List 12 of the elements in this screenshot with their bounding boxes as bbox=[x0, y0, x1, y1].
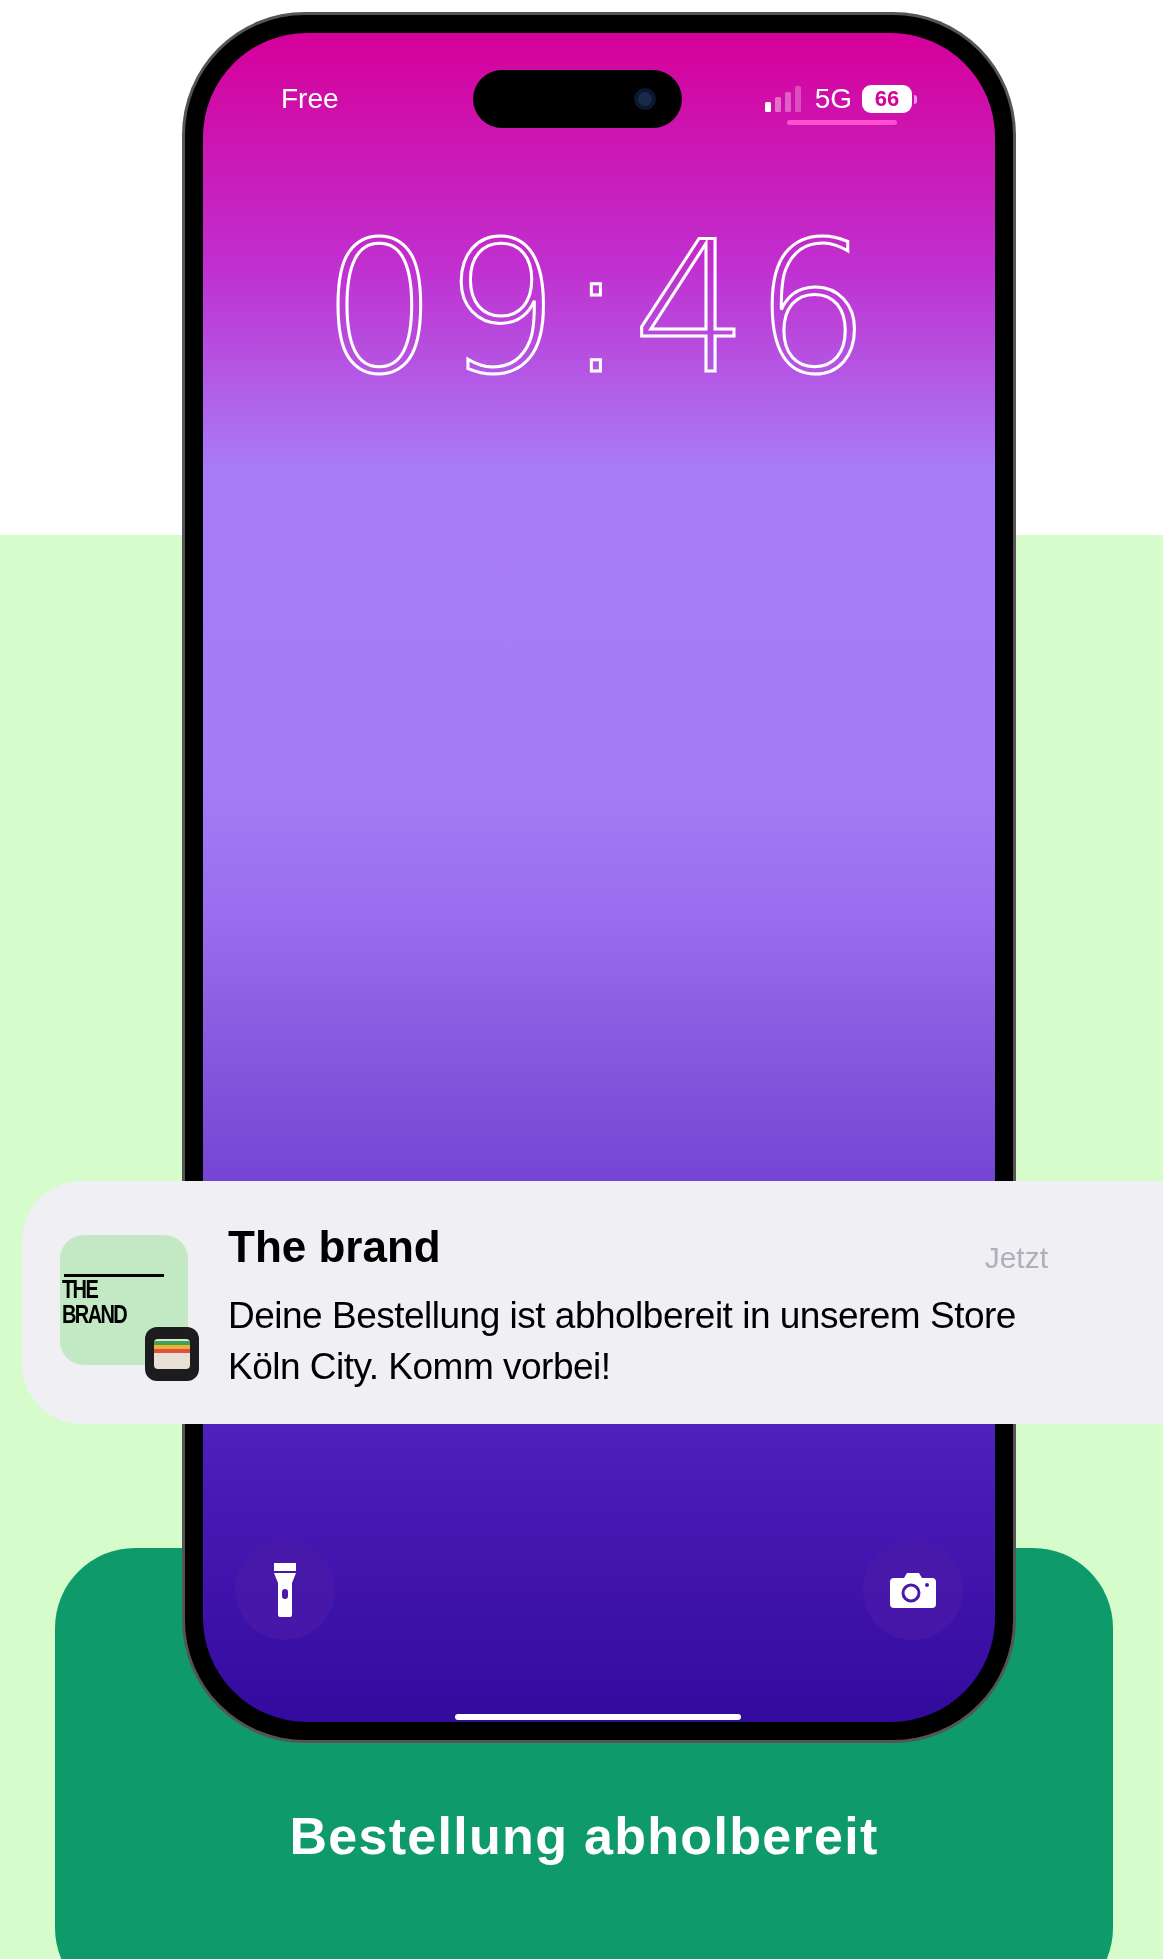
clock-time: 09:46 bbox=[321, 217, 877, 399]
wallet-icon bbox=[145, 1327, 199, 1381]
notification-time: Jetzt bbox=[984, 1240, 1048, 1276]
network-label: 5G bbox=[814, 82, 852, 116]
camera-icon bbox=[890, 1572, 936, 1608]
notification-title: The brand bbox=[228, 1225, 441, 1269]
battery-level: 66 bbox=[874, 88, 900, 110]
app-icon-text: THE BRAND bbox=[62, 1276, 128, 1327]
notification-message: Deine Bestellung ist abholbereit in unserem Store Köln City. Komm vorbei! bbox=[228, 1294, 1017, 1389]
camera-icon bbox=[634, 88, 657, 110]
flashlight-icon bbox=[273, 1563, 297, 1617]
carrier-label: Free bbox=[281, 82, 340, 116]
